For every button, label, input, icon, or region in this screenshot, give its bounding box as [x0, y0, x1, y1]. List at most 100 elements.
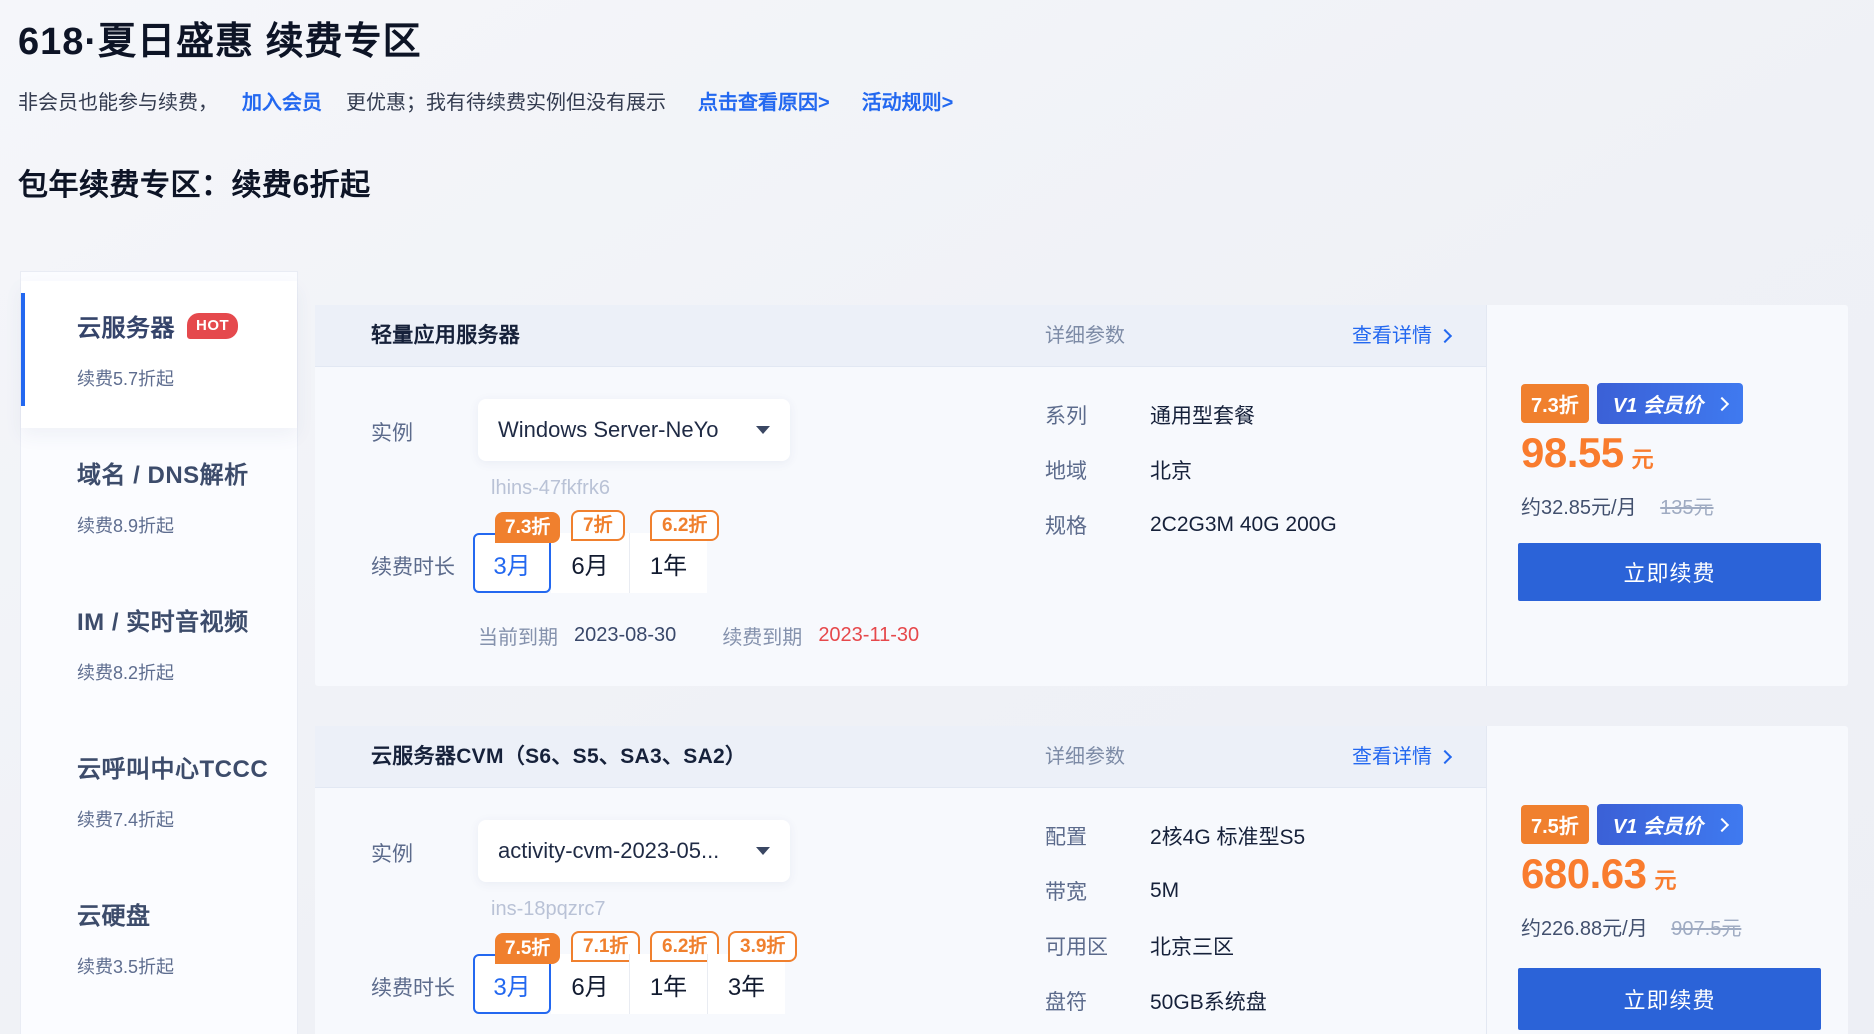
sidebar-item-tccc[interactable]: 云呼叫中心TCCC 续费7.4折起: [21, 722, 297, 869]
params-list: 系列 通用型套餐 地域 北京 规格 2C2G3M 40G 200G: [1045, 387, 1337, 552]
duration-tab-label: 1年: [650, 546, 687, 581]
sidebar-item-cbs[interactable]: 云硬盘 续费3.5折起: [21, 869, 297, 1016]
duration-tab-label: 6月: [571, 967, 608, 1002]
sidebar-item-domain-dns[interactable]: 域名 / DNS解析 续费8.9折起: [21, 428, 297, 575]
sidebar-item-discount: 续费5.7折起: [77, 365, 297, 391]
renew-now-button[interactable]: 立即续费: [1518, 543, 1821, 601]
param-row: 配置 2核4G 标准型S5: [1045, 808, 1305, 863]
price-panel-divider: [1486, 726, 1487, 1034]
view-detail-link[interactable]: 查看详情: [1270, 305, 1450, 367]
card-title: 轻量应用服务器: [371, 305, 520, 367]
price-original: 135元: [1660, 497, 1713, 519]
price-badges: 7.3折 V1 会员价: [1521, 383, 1743, 424]
price-unit: 元: [1654, 863, 1676, 895]
param-label: 规格: [1045, 510, 1150, 540]
sidebar-item-label: 云服务器: [77, 308, 175, 343]
sidebar-item-title: 云呼叫中心TCCC: [77, 749, 297, 784]
duration-tab-6m[interactable]: 7.1折 6月: [551, 954, 629, 1014]
sidebar-item-title: 云硬盘: [77, 896, 297, 931]
member-price-label: V1 会员价: [1613, 389, 1703, 418]
price-panel-divider: [1486, 305, 1487, 686]
duration-tab-label: 1年: [650, 967, 687, 1002]
price-badges: 7.5折 V1 会员价: [1521, 804, 1743, 845]
member-price-badge[interactable]: V1 会员价: [1597, 804, 1743, 845]
caret-down-icon: [756, 426, 770, 434]
renew-now-button[interactable]: 立即续费: [1518, 968, 1821, 1030]
discount-badge: 7.5折: [495, 933, 560, 964]
duration-tabs: 7.5折 3月 7.1折 6月 6.2折 1年 3.9折 3年: [473, 954, 785, 1014]
price-unit: 元: [1632, 442, 1654, 474]
hot-badge: HOT: [187, 313, 238, 339]
card-header-band: 轻量应用服务器 详细参数 查看详情: [315, 305, 1486, 367]
renew-expire-label: 续费到期: [722, 621, 802, 650]
current-expire-label: 当前到期: [478, 621, 558, 650]
duration-tab-3m[interactable]: 7.3折 3月: [473, 533, 551, 593]
duration-label: 续费时长: [371, 551, 455, 581]
renewal-promo-page: 618·夏日盛惠 续费专区 非会员也能参与续费， 加入会员 更优惠；我有待续费实…: [0, 0, 1874, 1034]
discount-badge: 7折: [571, 510, 625, 541]
param-label: 配置: [1045, 821, 1150, 851]
sidebar-item-title: 云服务器 HOT: [77, 308, 297, 343]
sidebar-item-cloud-server[interactable]: 云服务器 HOT 续费5.7折起: [21, 281, 297, 428]
price-original: 907.5元: [1671, 918, 1741, 940]
activity-rules-link[interactable]: 活动规则>: [862, 86, 954, 115]
card-title: 云服务器CVM（S6、S5、SA3、SA2）: [371, 726, 746, 788]
sidebar-item-im-trtc[interactable]: IM / 实时音视频 续费8.2折起: [21, 575, 297, 722]
view-detail-label: 查看详情: [1352, 325, 1432, 347]
subtitle-row: 非会员也能参与续费， 加入会员 更优惠；我有待续费实例但没有展示 点击查看原因>…: [18, 86, 953, 115]
card-header-band: 云服务器CVM（S6、S5、SA3、SA2） 详细参数 查看详情: [315, 726, 1486, 788]
param-value: 通用型套餐: [1150, 400, 1255, 430]
param-row: 盘符 50GB系统盘: [1045, 973, 1305, 1028]
caret-down-icon: [756, 847, 770, 855]
join-member-link[interactable]: 加入会员: [242, 86, 322, 115]
param-row: 地域 北京: [1045, 442, 1337, 497]
param-label: 盘符: [1045, 986, 1150, 1016]
member-price-badge[interactable]: V1 会员价: [1597, 383, 1743, 424]
instance-select[interactable]: activity-cvm-2023-05...: [478, 820, 790, 882]
discount-badge: 7.3折: [495, 512, 560, 543]
discount-badge: 7.5折: [1521, 805, 1589, 844]
sidebar-item-label: 云硬盘: [77, 896, 151, 931]
price-monthly-row: 约226.88元/月 907.5元: [1521, 912, 1741, 941]
sidebar-item-title: 域名 / DNS解析: [77, 455, 297, 490]
renew-expire-date: 2023-11-30: [818, 624, 919, 647]
chevron-right-icon: [1715, 817, 1729, 831]
instance-id: lhins-47fkfrk6: [491, 477, 610, 500]
view-reason-link[interactable]: 点击查看原因>: [698, 86, 830, 115]
view-detail-link[interactable]: 查看详情: [1270, 726, 1450, 788]
sidebar-item-discount: 续费8.2折起: [77, 659, 297, 685]
param-value: 北京三区: [1150, 931, 1234, 961]
param-label: 带宽: [1045, 876, 1150, 906]
param-label: 地域: [1045, 455, 1150, 485]
instance-select[interactable]: Windows Server-NeYo: [478, 399, 790, 461]
duration-tab-3m[interactable]: 7.5折 3月: [473, 954, 551, 1014]
current-expire-date: 2023-08-30: [574, 624, 676, 647]
duration-tab-6m[interactable]: 7折 6月: [551, 533, 629, 593]
instance-select-value: activity-cvm-2023-05...: [498, 838, 744, 864]
param-row: 规格 2C2G3M 40G 200G: [1045, 497, 1337, 552]
sidebar-item-title: IM / 实时音视频: [77, 602, 297, 637]
section-heading: 包年续费专区：续费6折起: [18, 160, 371, 204]
price-number: 98.55: [1521, 429, 1624, 477]
price-amount: 98.55 元: [1521, 429, 1654, 477]
chevron-right-icon: [1438, 329, 1452, 343]
price-amount: 680.63 元: [1521, 850, 1676, 898]
chevron-right-icon: [1715, 396, 1729, 410]
sidebar-item-discount: 续费8.9折起: [77, 512, 297, 538]
param-value: 50GB系统盘: [1150, 986, 1267, 1016]
duration-tab-label: 3月: [493, 967, 530, 1002]
duration-tab-1y[interactable]: 6.2折 1年: [629, 533, 707, 593]
param-value: 北京: [1150, 455, 1192, 485]
param-row: 可用区 北京三区: [1045, 918, 1305, 973]
duration-tab-label: 6月: [571, 546, 608, 581]
view-detail-label: 查看详情: [1352, 746, 1432, 768]
discount-badge: 7.3折: [1521, 384, 1589, 423]
param-row: 系列 通用型套餐: [1045, 387, 1337, 442]
duration-tab-1y[interactable]: 6.2折 1年: [629, 954, 707, 1014]
subtitle-prefix: 非会员也能参与续费，: [18, 86, 218, 115]
product-card-lighthouse: 轻量应用服务器 详细参数 查看详情 实例 Windows Server-NeYo…: [315, 305, 1848, 686]
duration-tabs: 7.3折 3月 7折 6月 6.2折 1年: [473, 533, 707, 593]
instance-label: 实例: [371, 838, 413, 868]
duration-tab-label: 3月: [493, 546, 530, 581]
duration-tab-3y[interactable]: 3.9折 3年: [707, 954, 785, 1014]
